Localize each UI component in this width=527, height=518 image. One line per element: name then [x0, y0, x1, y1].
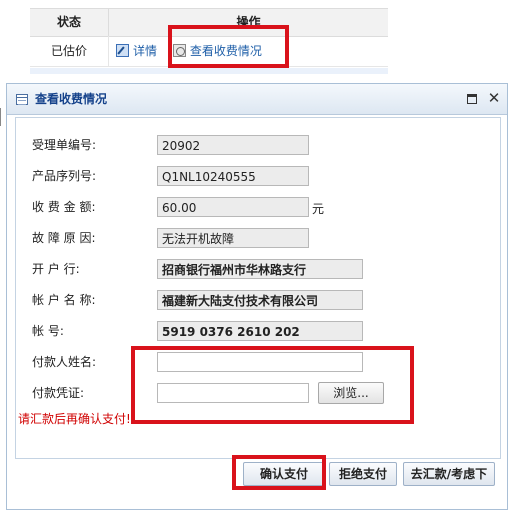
- edit-icon: [116, 44, 129, 57]
- detail-link[interactable]: 详情: [116, 44, 157, 58]
- bank-field: 招商银行福州市华林路支行: [157, 259, 363, 279]
- highlight-box-payment-fields: [131, 346, 414, 424]
- detail-link-label: 详情: [133, 44, 158, 58]
- window-icon: [16, 94, 28, 105]
- voucher-label: 付款凭证:: [32, 386, 85, 400]
- status-cell: 已估价: [30, 36, 109, 66]
- fault-reason-field: 无法开机故障: [157, 228, 309, 248]
- payer-name-label: 付款人姓名:: [32, 355, 97, 369]
- account-no-field: 5919 0376 2610 202: [157, 321, 363, 341]
- table-row-partial: [30, 68, 388, 74]
- warning-text: 请汇款后再确认支付!: [18, 412, 131, 426]
- highlight-box-confirm: [232, 455, 326, 490]
- order-no-field: 20902: [157, 135, 309, 155]
- serial-no-label: 产品序列号:: [32, 169, 97, 183]
- fee-amount-label: 收 费 金 额:: [32, 200, 96, 214]
- account-no-label: 帐 号:: [32, 324, 64, 338]
- fault-reason-label: 故 障 原 因:: [32, 231, 96, 245]
- reject-payment-button[interactable]: 拒绝支付: [329, 462, 397, 486]
- account-name-field: 福建新大陆支付技术有限公司: [157, 290, 363, 310]
- column-header-status: 状态: [30, 9, 109, 36]
- highlight-box-link: [168, 25, 289, 68]
- currency-unit: 元: [312, 202, 325, 216]
- account-name-label: 帐 户 名 称:: [32, 293, 96, 307]
- fee-amount-field: 60.00: [157, 197, 309, 217]
- serial-no-field: Q1NL10240555: [157, 166, 309, 186]
- order-no-label: 受理单编号:: [32, 138, 97, 152]
- bank-label: 开 户 行:: [32, 262, 80, 276]
- dialog-title: 查看收费情况: [35, 92, 108, 106]
- page-edge-mark: [0, 108, 5, 126]
- dialog-titlebar[interactable]: 查看收费情况 ✕: [7, 84, 507, 115]
- remit-later-button[interactable]: 去汇款/考虑下: [403, 462, 495, 486]
- maximize-icon[interactable]: [467, 94, 477, 104]
- fee-dialog: 查看收费情况 ✕ 受理单编号: 20902 产品序列号: Q1NL1024055…: [6, 83, 508, 510]
- close-icon[interactable]: ✕: [487, 90, 501, 106]
